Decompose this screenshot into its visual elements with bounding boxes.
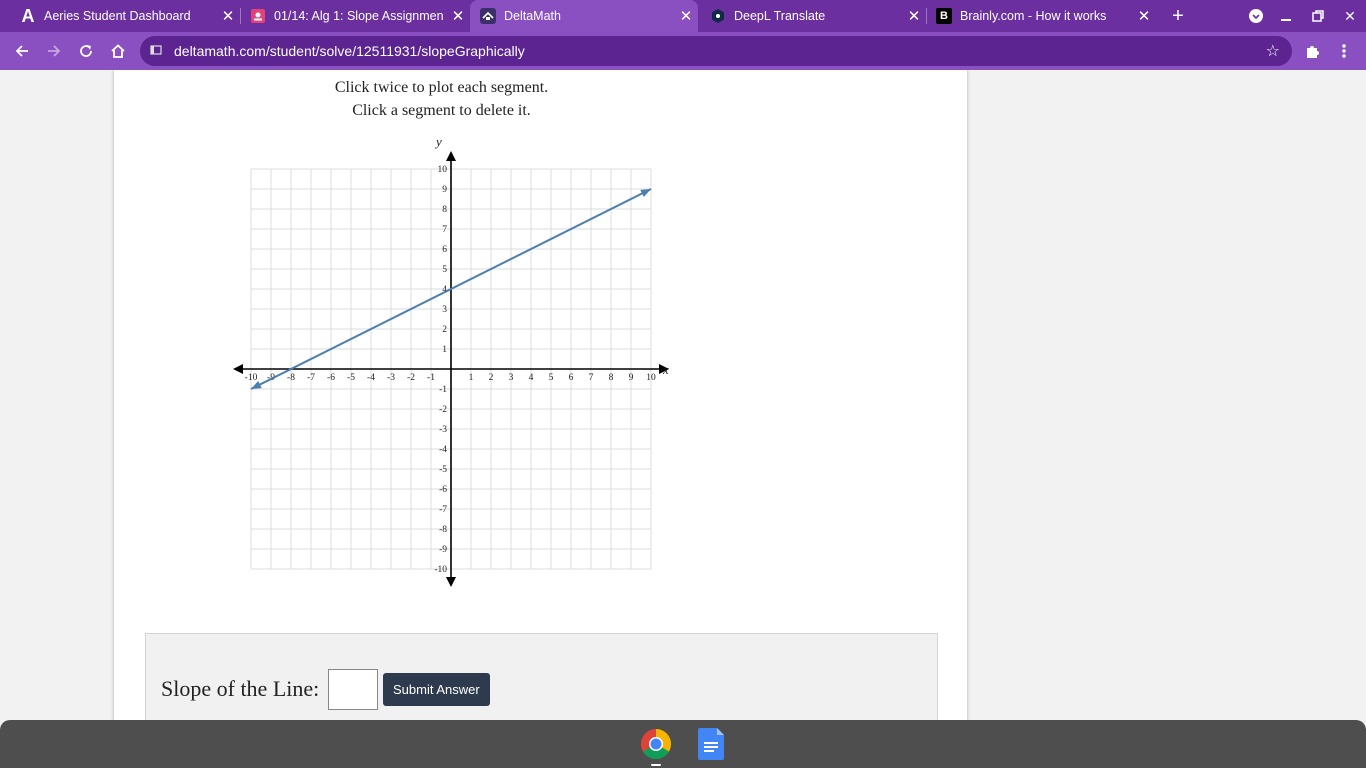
submit-answer-button[interactable]: Submit Answer [383,673,490,706]
x-tick-label: 4 [529,373,534,383]
tab-brainly[interactable]: B Brainly.com - How it works ✕ [916,0,1156,32]
y-tick-label: 9 [442,185,447,195]
x-tick-label: -7 [307,373,315,383]
x-tick-label: 3 [509,373,514,383]
y-axis-label: y [434,134,442,149]
site-info-icon[interactable] [150,44,166,59]
y-tick-label: 8 [442,205,447,215]
tab-aeries[interactable]: A Aeries Student Dashboard ✕ [0,0,240,32]
y-tick-label: -10 [434,565,447,575]
bookmark-star-icon[interactable]: ☆ [1266,41,1280,61]
answer-panel: Slope of the Line: Submit Answer [145,633,938,720]
y-tick-label: -3 [439,425,447,435]
x-tick-label: 5 [549,373,554,383]
y-tick-label: 2 [442,325,447,335]
chrome-icon[interactable] [640,728,672,760]
slope-label: Slope of the Line: [161,676,320,701]
home-icon[interactable] [102,32,134,70]
classroom-icon [250,8,266,24]
instruction-delete: Click a segment to delete it. [352,102,531,119]
y-tick-label: 7 [442,225,447,235]
tab-deepl[interactable]: DeepL Translate ✕ [698,0,926,32]
problem-card: Click twice to plot each segment. Click … [113,70,968,720]
instruction-plot: Click twice to plot each segment. [334,79,549,96]
x-tick-label: -5 [347,373,355,383]
x-tick-label: -6 [327,373,335,383]
x-tick-label: 2 [489,373,494,383]
close-icon[interactable]: ✕ [1132,7,1156,25]
y-tick-label: 10 [438,165,448,175]
close-window-icon[interactable]: ✕ [1334,0,1366,32]
browser-toolbar: deltamath.com/student/solve/12511931/slo… [0,32,1366,70]
extensions-puzzle-icon[interactable] [1296,32,1328,70]
tab-search-icon[interactable] [1240,0,1272,32]
close-icon[interactable]: ✕ [674,7,698,25]
page-viewport: Click twice to plot each segment. Click … [0,70,1366,720]
y-tick-label: -7 [439,505,447,515]
tab-deltamath[interactable]: DeltaMath ✕ [470,0,698,32]
deltamath-icon [480,8,496,24]
y-tick-label: 1 [442,345,447,355]
brainly-icon: B [936,8,952,24]
coordinate-plane[interactable]: -10 -9 -8 -7 -6 -5 -4 -3 -2 -1 1 2 3 4 5 6 7 8 9 10 10 9 8 7 6 5… [218,133,678,595]
browser-tab-strip: A Aeries Student Dashboard ✕ 01/14: Alg … [0,0,1366,32]
deepl-icon [710,8,726,24]
menu-kebab-icon[interactable] [1328,32,1360,70]
x-tick-label: -1 [427,373,435,383]
x-tick-label: -10 [245,373,258,383]
y-tick-label: -6 [439,485,447,495]
forward-arrow-icon[interactable] [38,32,70,70]
x-tick-label: 8 [609,373,614,383]
x-axis-label: x [662,362,669,377]
axes [233,151,669,587]
back-arrow-icon[interactable] [6,32,38,70]
close-icon[interactable]: ✕ [446,7,470,25]
x-tick-label: -2 [407,373,415,383]
x-tick-label: 7 [589,373,594,383]
aeries-icon: A [21,5,35,26]
y-tick-label: -1 [439,385,447,395]
y-tick-label: -8 [439,525,447,535]
x-tick-label: -4 [367,373,375,383]
new-tab-button[interactable]: + [1162,0,1194,32]
reload-icon[interactable] [70,32,102,70]
x-tick-label: 6 [569,373,574,383]
y-tick-label: -9 [439,545,447,555]
y-tick-label: -5 [439,465,447,475]
address-bar[interactable]: deltamath.com/student/solve/12511931/slo… [140,36,1292,66]
y-tick-labels: 10987654321-1-2-3-4-5-6-7-8-9-10 [434,165,447,575]
x-tick-label: -8 [287,373,295,383]
x-tick-label: 9 [629,373,634,383]
line-arrow-end [640,189,651,198]
x-tick-label: 10 [646,373,656,383]
active-app-indicator [651,764,661,766]
y-tick-label: 6 [442,245,447,255]
y-tick-label: 5 [442,265,447,275]
y-tick-label: -2 [439,405,447,415]
y-tick-label: -4 [439,445,447,455]
os-shelf [0,720,1366,768]
y-axis-bottom-arrow [446,577,456,587]
google-docs-icon[interactable] [698,728,730,760]
slope-input[interactable] [328,669,378,710]
x-tick-label: -3 [387,373,395,383]
y-tick-label: 3 [442,305,447,315]
y-axis-top-arrow [446,151,456,161]
url-text[interactable]: deltamath.com/student/solve/12511931/slo… [174,43,525,59]
tab-slope-assignment[interactable]: 01/14: Alg 1: Slope Assignmen ✕ [230,0,470,32]
x-axis-left-arrow [233,364,243,374]
minimize-icon[interactable] [1270,0,1302,32]
x-tick-label: 1 [469,373,474,383]
restore-icon[interactable] [1302,0,1334,32]
